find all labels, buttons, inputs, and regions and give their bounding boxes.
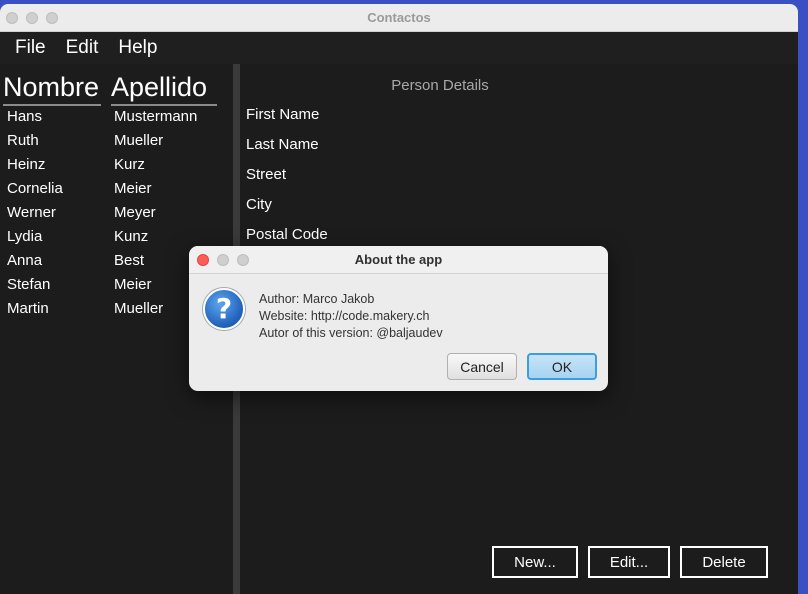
cell-apellido: Kurz (114, 156, 145, 173)
question-icon: ? (203, 288, 245, 330)
table-row[interactable]: Ruth Mueller (0, 130, 233, 154)
table-row[interactable]: Cornelia Meier (0, 178, 233, 202)
cell-nombre: Ruth (7, 132, 39, 149)
table-row[interactable]: Heinz Kurz (0, 154, 233, 178)
window-title: Contactos (367, 10, 431, 25)
column-header-apellido[interactable]: Apellido (111, 72, 217, 106)
cell-apellido: Meyer (114, 204, 156, 221)
cancel-button[interactable]: Cancel (447, 353, 517, 380)
delete-person-button[interactable]: Delete (680, 546, 768, 578)
cell-apellido: Meier (114, 276, 152, 293)
cell-nombre: Cornelia (7, 180, 63, 197)
dialog-titlebar: About the app (189, 246, 608, 274)
cell-nombre: Anna (7, 252, 43, 269)
edit-person-button[interactable]: Edit... (588, 546, 670, 578)
cell-apellido: Mueller (114, 132, 164, 149)
cell-apellido: Best (114, 252, 145, 269)
new-person-button[interactable]: New... (492, 546, 578, 578)
menu-bar: File Edit Help (0, 32, 798, 64)
table-row[interactable]: Hans Mustermann (0, 106, 233, 130)
first-name-label: First Name (246, 106, 320, 123)
cell-nombre: Martin (7, 300, 49, 317)
ok-button[interactable]: OK (527, 353, 597, 380)
cell-apellido: Mustermann (114, 108, 198, 125)
menu-edit[interactable]: Edit (66, 37, 99, 59)
cell-nombre: Werner (7, 204, 56, 221)
person-details-title: Person Details (391, 77, 489, 94)
dialog-title: About the app (354, 252, 443, 267)
cell-nombre: Lydia (7, 228, 43, 245)
city-label: City (246, 196, 272, 213)
cell-apellido: Mueller (114, 300, 164, 317)
window-titlebar: Contactos (0, 4, 798, 32)
postal-code-label: Postal Code (246, 226, 328, 243)
last-name-label: Last Name (246, 136, 319, 153)
about-dialog: About the app ? Author: Marco Jakob Webs… (189, 246, 608, 391)
cell-nombre: Stefan (7, 276, 51, 293)
cell-nombre: Hans (7, 108, 43, 125)
column-header-nombre[interactable]: Nombre (3, 72, 101, 106)
menu-help[interactable]: Help (118, 37, 157, 59)
dialog-author-text: Author: Marco Jakob (259, 292, 375, 306)
menu-file[interactable]: File (15, 37, 46, 59)
cell-apellido: Kunz (114, 228, 149, 245)
dialog-version-author-text: Autor of this version: @baljaudev (259, 326, 443, 340)
cell-apellido: Meier (114, 180, 152, 197)
street-label: Street (246, 166, 287, 183)
cell-nombre: Heinz (7, 156, 46, 173)
table-row[interactable]: Werner Meyer (0, 202, 233, 226)
dialog-website-text: Website: http://code.makery.ch (259, 309, 430, 323)
